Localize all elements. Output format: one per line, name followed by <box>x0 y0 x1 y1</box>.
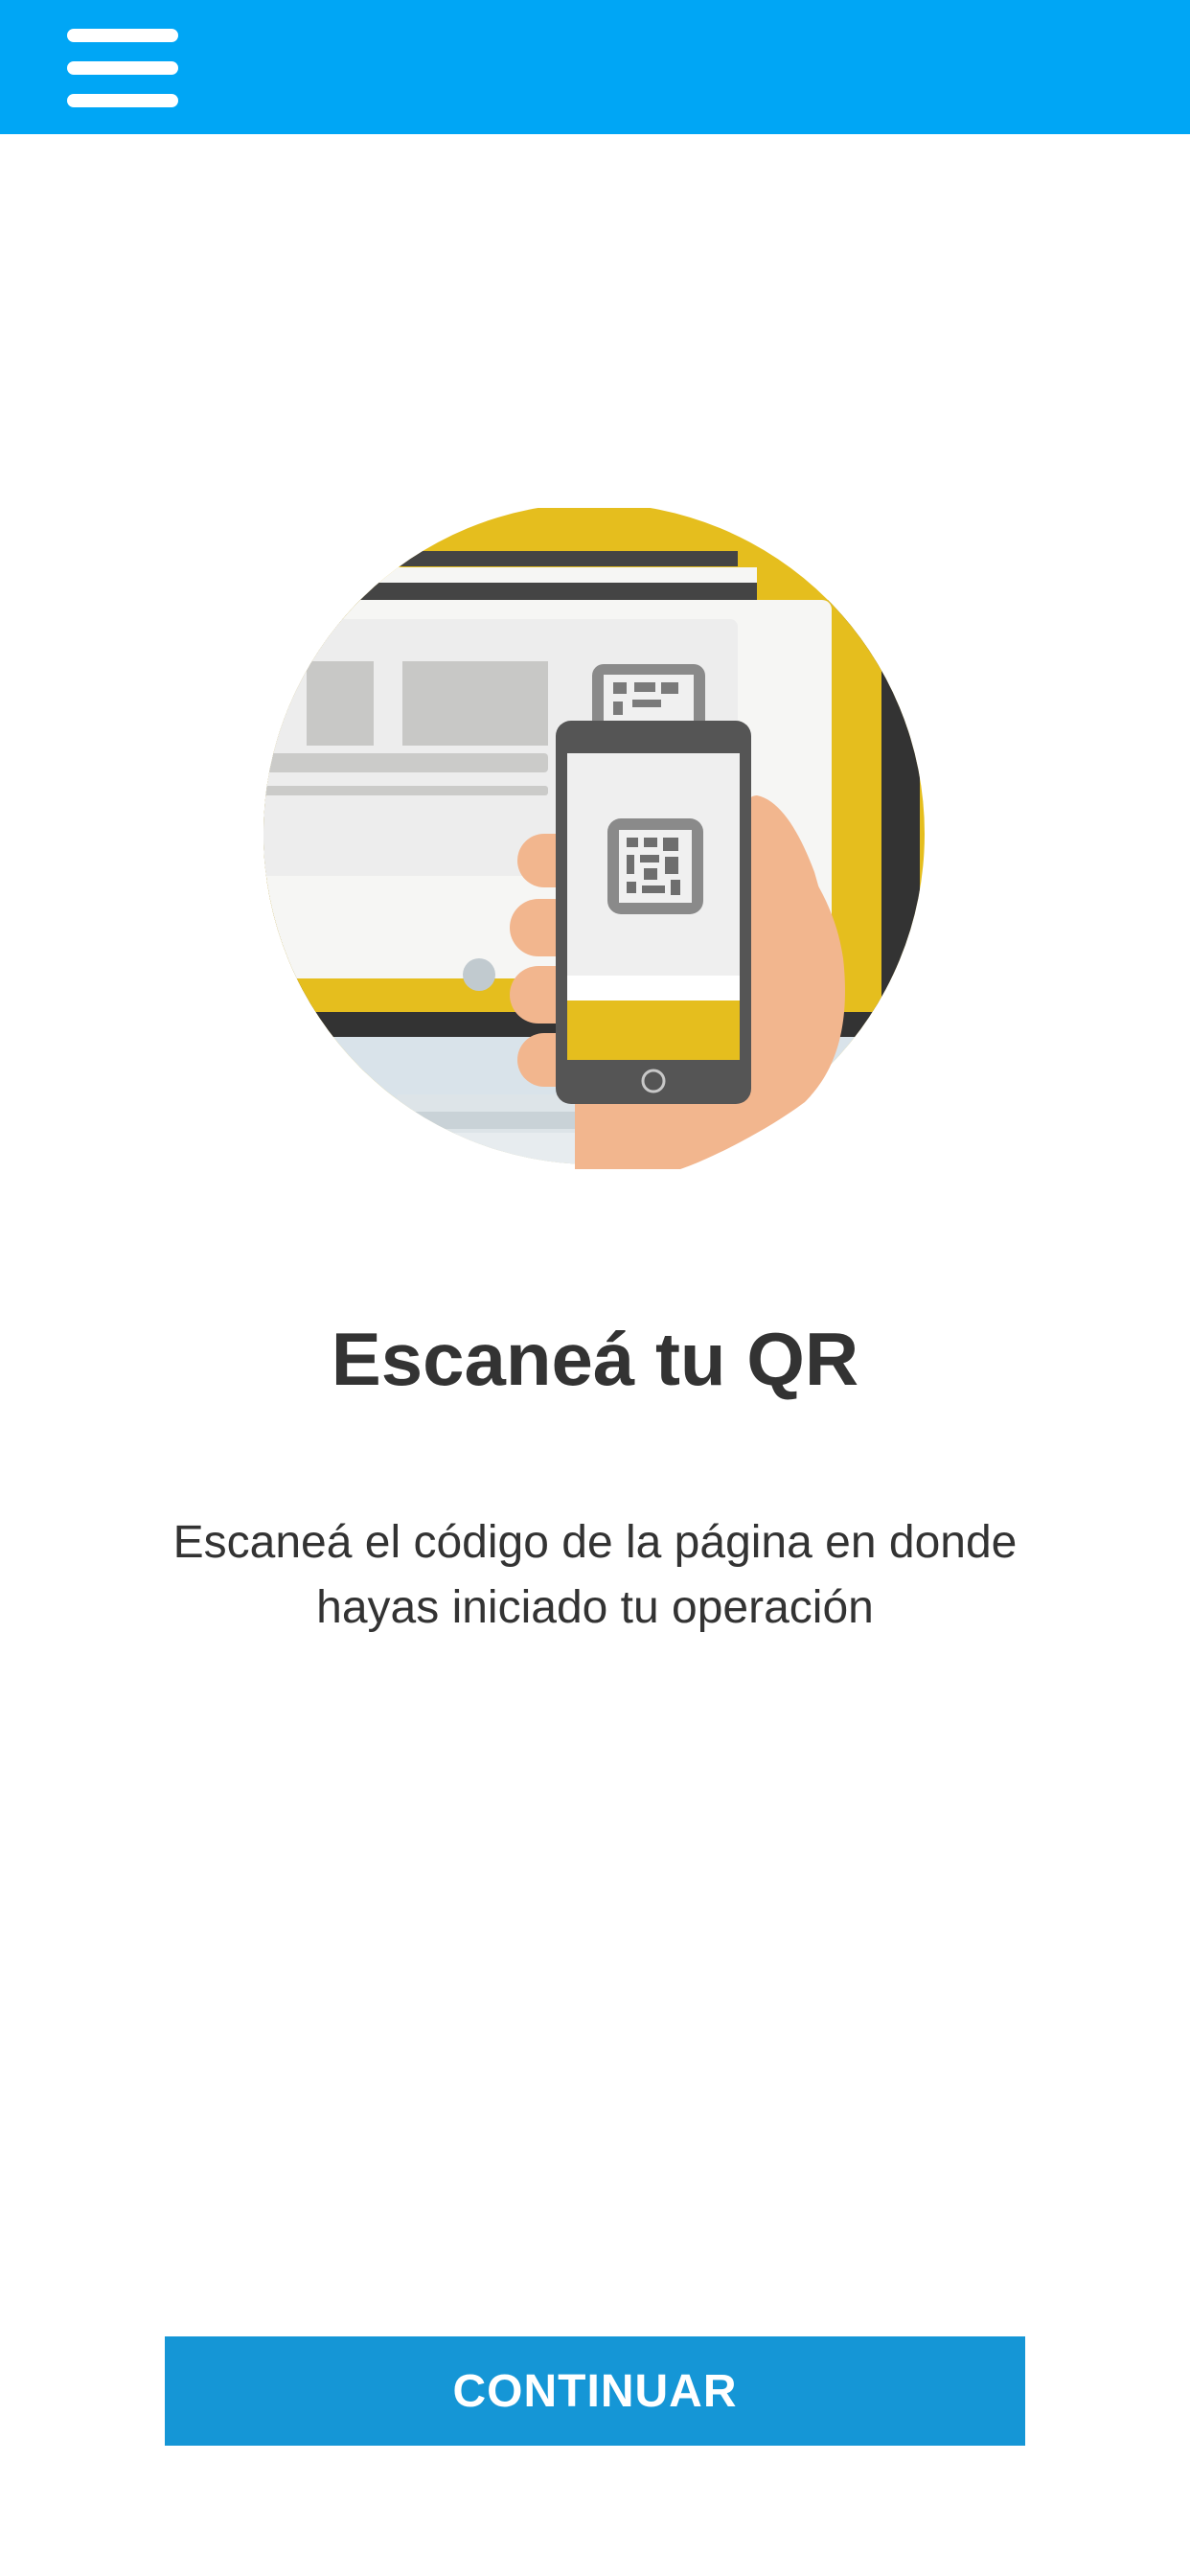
menu-button[interactable] <box>57 23 188 111</box>
page-description: Escaneá el código de la página en donde … <box>172 1517 1018 1633</box>
page-title: Escaneá tu QR <box>331 1317 859 1401</box>
continue-button[interactable]: CONTINUAR <box>165 2336 1025 2446</box>
qr-scan-illustration <box>259 508 929 1179</box>
top-app-bar <box>0 0 1190 134</box>
qr-scan-screen: Escaneá tu QR Escaneá el código de la pá… <box>0 0 1190 2576</box>
